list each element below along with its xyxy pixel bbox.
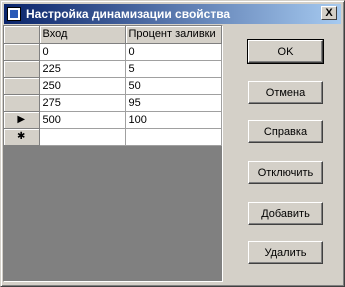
table-row[interactable]: 250 50 (4, 77, 222, 95)
help-button[interactable]: Справка (248, 120, 323, 143)
table-row[interactable]: 225 5 (4, 60, 222, 78)
fill-cell[interactable]: 95 (125, 94, 222, 112)
input-cell[interactable] (39, 128, 126, 146)
fill-cell[interactable]: 0 (125, 43, 222, 61)
row-header[interactable] (4, 43, 40, 61)
row-header[interactable] (4, 94, 40, 112)
fill-cell[interactable]: 100 (125, 111, 222, 129)
window-title: Настройка динамизации свойства (26, 7, 231, 21)
input-cell[interactable]: 250 (39, 77, 126, 95)
grid-table: Вход Процент заливки 0 0 225 5 250 50 27… (4, 26, 222, 146)
grid-header-row: Вход Процент заливки (4, 26, 222, 44)
row-header[interactable] (4, 77, 40, 95)
add-button[interactable]: Добавить (248, 202, 323, 225)
fill-cell[interactable] (125, 128, 222, 146)
row-header[interactable]: ▶ (4, 111, 40, 129)
input-cell[interactable]: 500 (39, 111, 126, 129)
disable-button[interactable]: Отключить (248, 161, 323, 184)
data-grid: Вход Процент заливки 0 0 225 5 250 50 27… (3, 25, 223, 282)
ok-button[interactable]: OK (247, 39, 324, 64)
row-header[interactable] (4, 60, 40, 78)
column-header-input[interactable]: Вход (39, 26, 126, 44)
fill-cell[interactable]: 50 (125, 77, 222, 95)
input-cell[interactable]: 275 (39, 94, 126, 112)
current-row-arrow-icon: ▶ (17, 113, 26, 125)
column-header-fill-percent[interactable]: Процент заливки (125, 26, 222, 44)
input-cell[interactable]: 225 (39, 60, 126, 78)
corner-header (4, 26, 40, 44)
fill-cell[interactable]: 5 (125, 60, 222, 78)
new-row-asterisk-icon: ✱ (17, 130, 26, 142)
table-row[interactable]: 275 95 (4, 94, 222, 112)
cancel-button[interactable]: Отмена (248, 81, 323, 104)
input-cell[interactable]: 0 (39, 43, 126, 61)
table-row-new[interactable]: ✱ (4, 128, 222, 146)
row-header[interactable]: ✱ (4, 128, 40, 146)
close-button[interactable]: X (321, 6, 337, 20)
table-row-current[interactable]: ▶ 500 100 (4, 111, 222, 129)
app-icon (7, 7, 21, 21)
title-bar[interactable]: Настройка динамизации свойства X (4, 4, 341, 24)
table-row[interactable]: 0 0 (4, 43, 222, 61)
delete-button[interactable]: Удалить (248, 241, 323, 264)
